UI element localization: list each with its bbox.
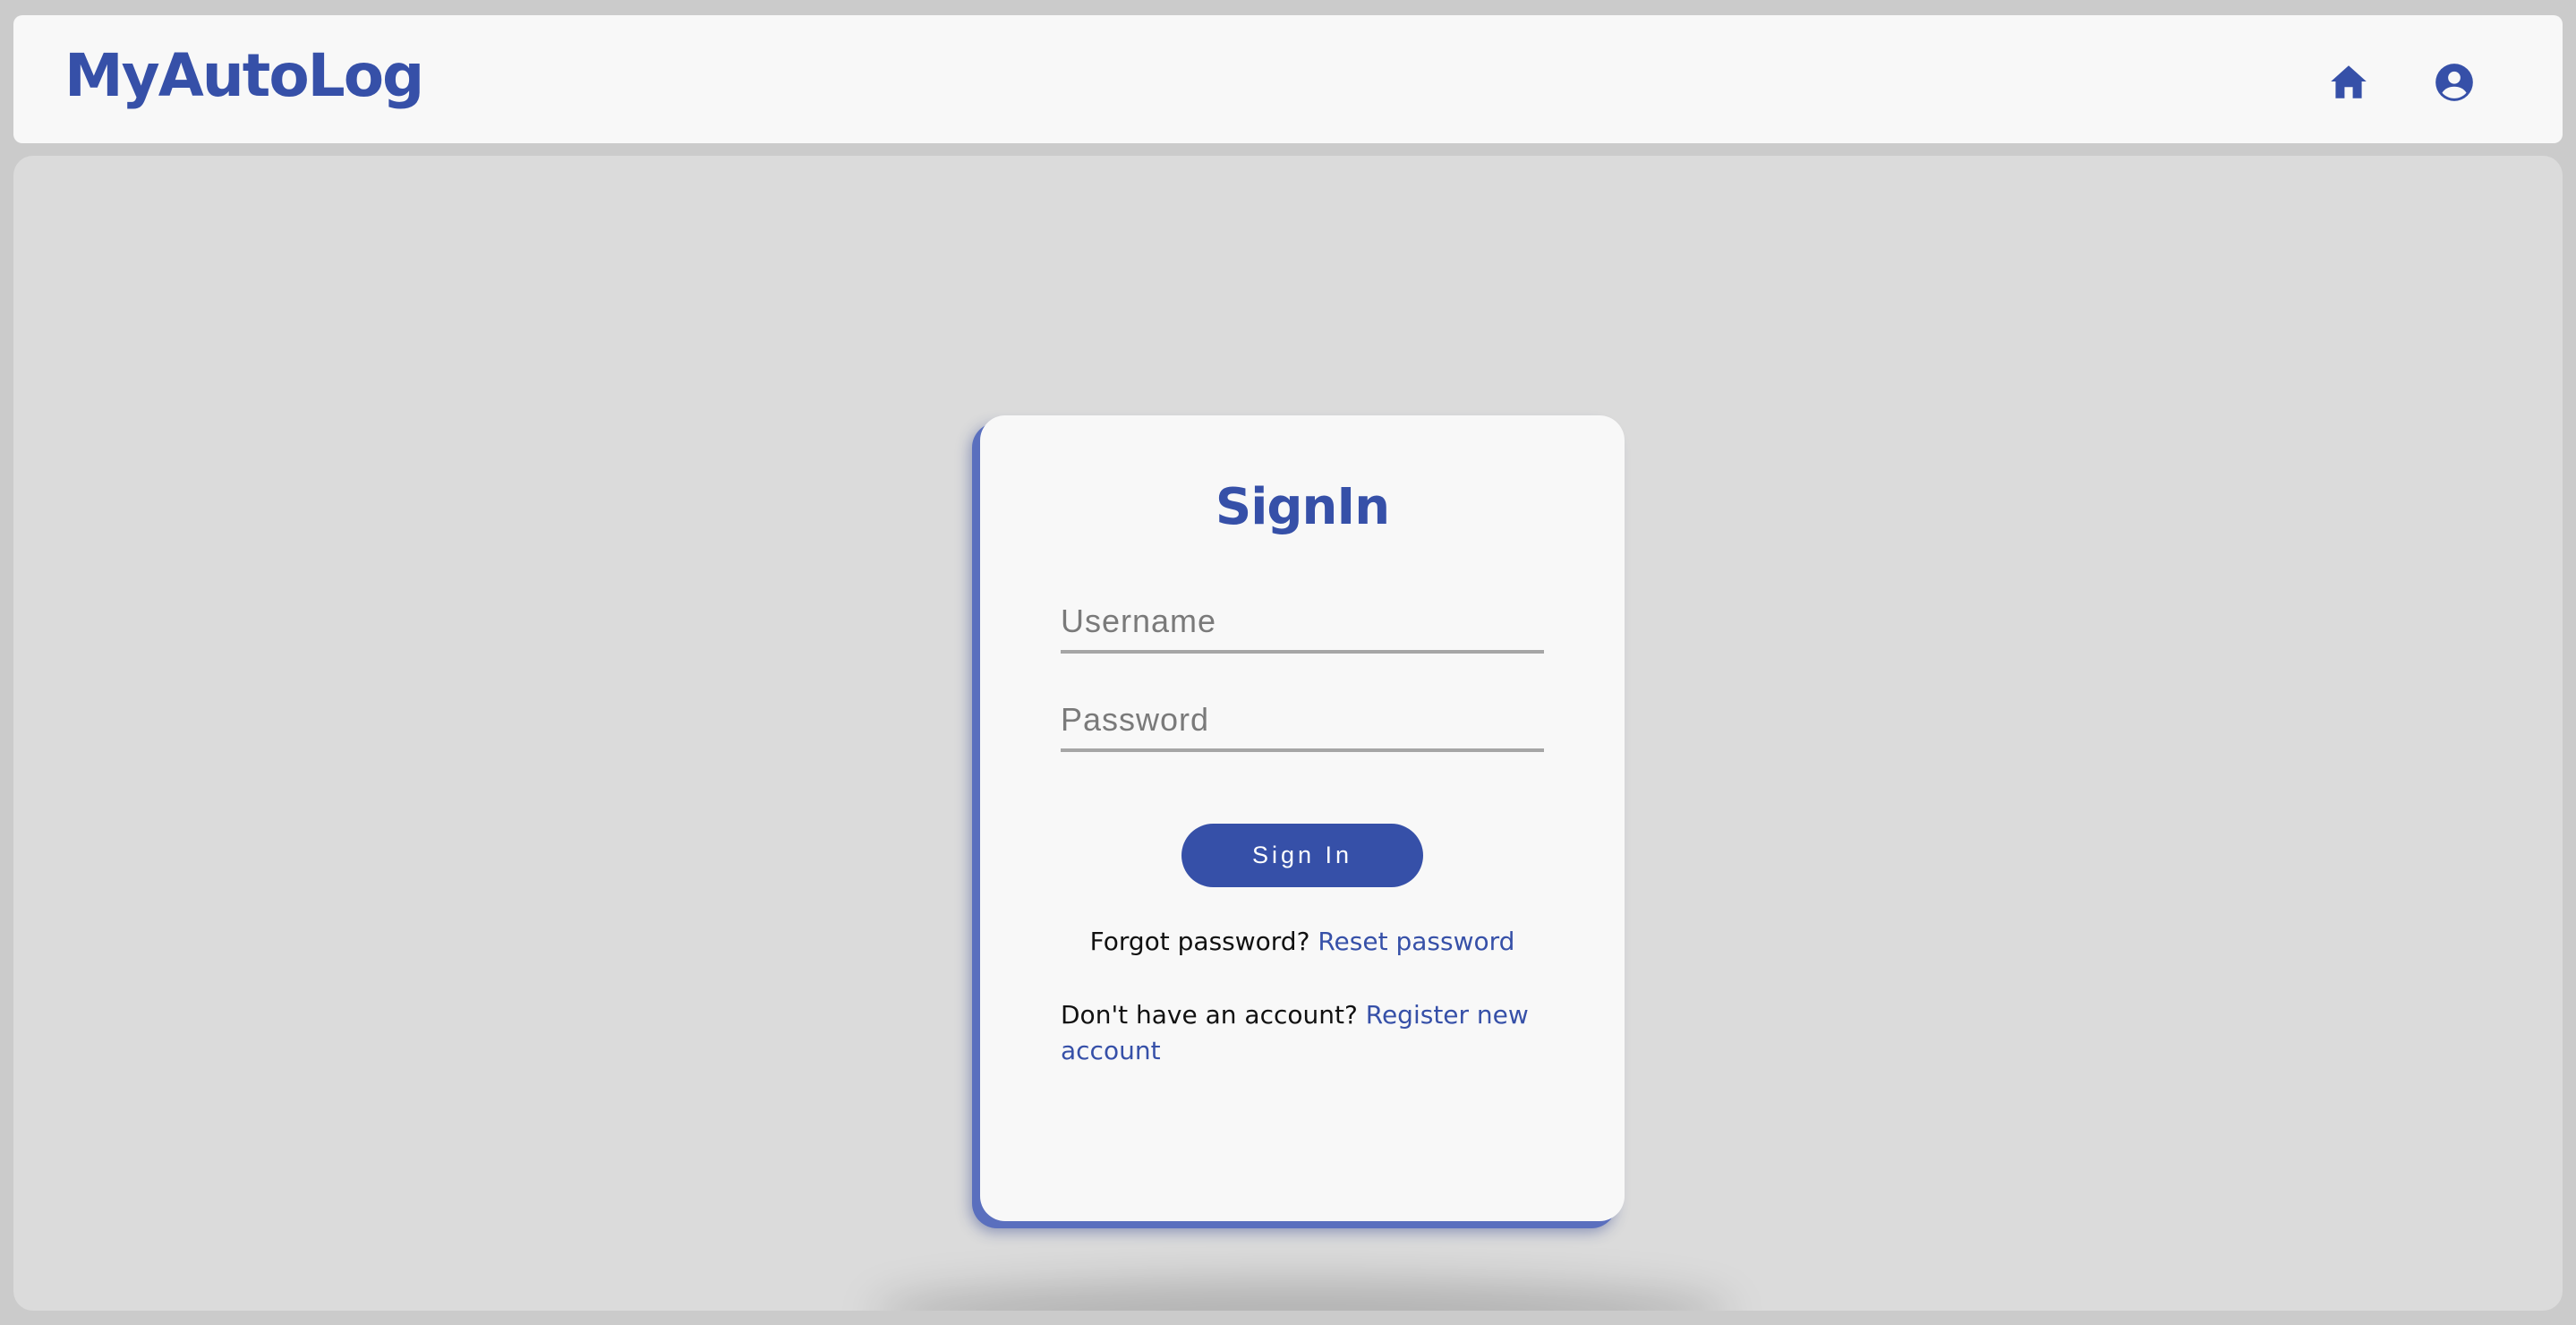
signin-card: SignIn Sign In Forgot password? Reset pa…: [980, 415, 1625, 1221]
username-input[interactable]: [1061, 593, 1544, 650]
register-prompt-text: Don't have an account?: [1061, 1000, 1358, 1030]
reset-password-link[interactable]: Reset password: [1318, 927, 1514, 956]
forgot-password-row: Forgot password? Reset password: [980, 924, 1625, 960]
top-header: MyAutoLog: [13, 15, 2563, 143]
account-circle-icon[interactable]: [2432, 60, 2477, 105]
forgot-password-text: Forgot password?: [1089, 927, 1310, 956]
password-input[interactable]: [1061, 691, 1544, 748]
decorative-shadow: [873, 1280, 1732, 1311]
password-field-container: [1061, 691, 1544, 752]
username-field-container: [1061, 593, 1544, 654]
brand-logo[interactable]: MyAutoLog: [64, 15, 424, 143]
home-icon[interactable]: [2326, 60, 2371, 105]
sign-in-button[interactable]: Sign In: [1181, 824, 1423, 887]
signin-title: SignIn: [1215, 478, 1390, 536]
register-row: Don't have an account? Register new acco…: [1061, 997, 1562, 1069]
main-content: SignIn Sign In Forgot password? Reset pa…: [13, 156, 2563, 1311]
